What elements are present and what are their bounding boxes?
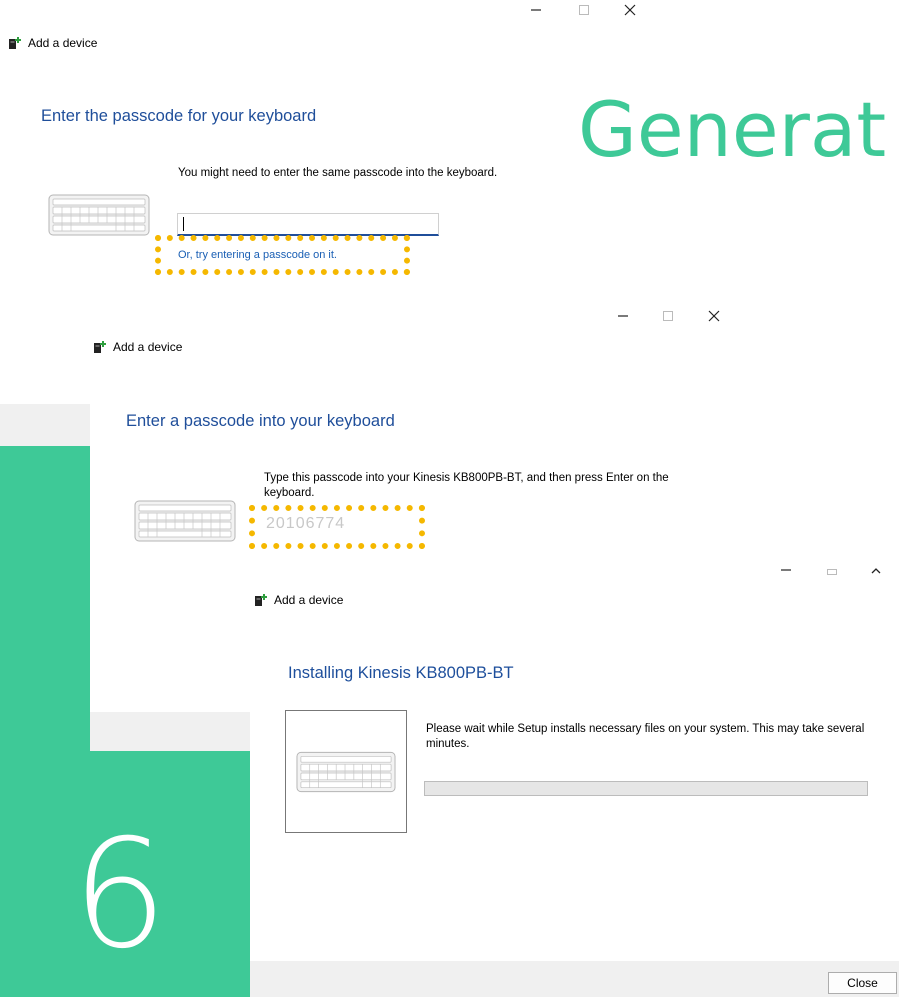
window-title: Add a device bbox=[254, 593, 343, 607]
minimize-icon[interactable] bbox=[780, 564, 804, 576]
text-caret bbox=[183, 217, 184, 231]
close-button[interactable]: Close bbox=[828, 972, 897, 994]
device-image-frame bbox=[285, 710, 407, 833]
page-heading: Enter the passcode for your keyboard bbox=[41, 107, 317, 125]
instruction-text: Please wait while Setup installs necessa… bbox=[426, 723, 865, 750]
window-title-text: Add a device bbox=[113, 340, 183, 354]
close-icon[interactable] bbox=[624, 4, 650, 16]
add-device-icon bbox=[254, 593, 268, 607]
page-heading: Enter a passcode into your keyboard bbox=[126, 412, 395, 430]
highlight-box bbox=[249, 505, 425, 549]
minimize-icon[interactable] bbox=[530, 4, 556, 16]
chevron-up-icon[interactable] bbox=[870, 564, 894, 576]
instruction-text: You might need to enter the same passcod… bbox=[178, 167, 498, 179]
keyboard-icon bbox=[48, 194, 150, 241]
window-footer bbox=[250, 961, 899, 997]
try-passcode-on-keyboard-link[interactable]: Or, try entering a passcode on it. bbox=[178, 249, 337, 261]
window-controls bbox=[530, 4, 650, 16]
maximize-icon[interactable] bbox=[578, 4, 604, 16]
minimize-icon[interactable] bbox=[617, 310, 643, 322]
window-controls bbox=[780, 564, 894, 576]
window-controls bbox=[617, 310, 734, 322]
install-progress-bar bbox=[424, 781, 868, 796]
add-device-window-installing: Add a device Installing Kinesis KB800PB-… bbox=[250, 552, 899, 997]
maximize-icon[interactable] bbox=[662, 310, 688, 322]
passcode-input[interactable] bbox=[177, 213, 439, 236]
keyboard-icon bbox=[296, 751, 396, 798]
keyboard-icon bbox=[134, 500, 236, 547]
maximize-icon[interactable] bbox=[826, 564, 850, 576]
add-device-icon bbox=[8, 36, 22, 50]
add-device-icon bbox=[93, 340, 107, 354]
window-title: Add a device bbox=[8, 36, 97, 50]
instruction-text: Type this passcode into your Kinesis KB8… bbox=[264, 472, 669, 499]
page-heading: Installing Kinesis KB800PB-BT bbox=[288, 664, 514, 682]
window-title-text: Add a device bbox=[274, 593, 344, 607]
window-title: Add a device bbox=[93, 340, 182, 354]
window-title-text: Add a device bbox=[28, 36, 98, 50]
step-number: 6 bbox=[72, 808, 168, 982]
close-icon[interactable] bbox=[708, 310, 734, 322]
overlay-heading: Generat bbox=[578, 85, 887, 174]
